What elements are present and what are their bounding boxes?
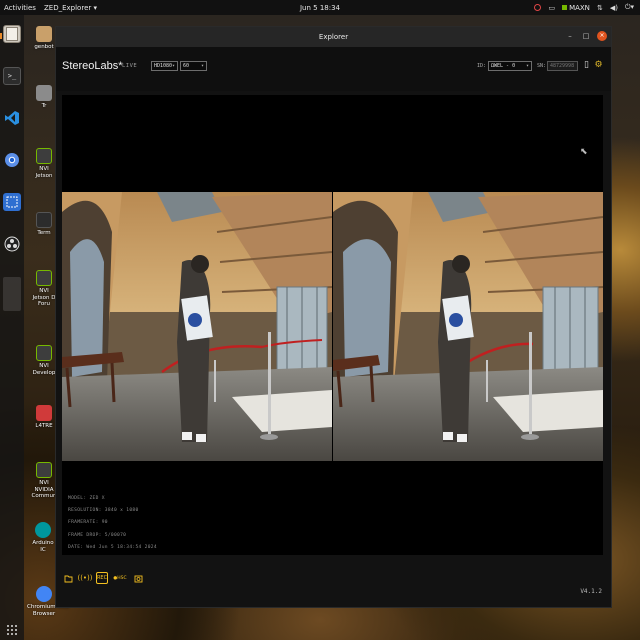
desktop-icon-developer[interactable]: NVI Develop (31, 345, 57, 376)
clock[interactable]: Jun 5 18:34 (300, 0, 340, 15)
show-applications-icon[interactable] (3, 621, 21, 639)
nvidia-icon (36, 270, 52, 286)
nvidia-icon (36, 462, 52, 478)
chromium-app-icon[interactable] (3, 151, 21, 169)
maximize-button[interactable]: □ (581, 31, 591, 41)
activities-button[interactable]: Activities (4, 0, 36, 15)
dock: >_ (0, 15, 24, 640)
power-menu-icon[interactable]: ⏻▾ (625, 3, 634, 12)
chevron-down-icon: ▾ (525, 63, 529, 69)
desktop-icon-jetson[interactable]: NVI Jetson (31, 148, 57, 179)
power-mode-label: MAXN (569, 3, 590, 12)
nvidia-icon (36, 345, 52, 361)
desktop-icon-home[interactable]: genbot (31, 26, 57, 51)
trash-icon (36, 85, 52, 101)
overlay-frame-drop: FRAME DROP: 5/00070 (68, 532, 127, 538)
stereo-video-feed (62, 192, 603, 461)
screenshot-app-icon[interactable] (3, 193, 21, 211)
terminal-icon (36, 212, 52, 228)
window-controls: – □ × (565, 31, 607, 41)
network-icon[interactable]: ⇅ (597, 4, 603, 12)
minimize-button[interactable]: – (565, 31, 575, 41)
chromium-icon (36, 586, 52, 602)
desktop-icon-label: NVI Jetson D Foru (32, 288, 56, 307)
folder-icon[interactable] (62, 572, 74, 584)
serial-number-field[interactable]: 48729998 (547, 61, 578, 71)
resolution-value: HD1080 (154, 63, 173, 69)
nvidia-icon (36, 148, 52, 164)
desktop-icon-label: genbot (34, 44, 54, 50)
desktop-icon-community[interactable]: NVI NVIDIA Commun (31, 462, 57, 500)
mode-toggle[interactable]: ●HSC (113, 572, 127, 584)
overlay-framerate: FRAMERATE: 90 (68, 520, 108, 526)
chevron-down-icon: ▾ (200, 63, 204, 69)
window-title: Explorer (318, 33, 349, 41)
system-tray[interactable]: ▭ MAXN ⇅ ◀) ⏻▾ (534, 0, 634, 15)
desktop-icon-label: Tr (41, 103, 47, 109)
display-icon[interactable]: ▭ (548, 4, 555, 12)
desktop-icon-arduino[interactable]: Arduino IC (29, 522, 57, 553)
app-header: StereoLabs* LIVE HD1080 ▾ 60 ▾ ID: ΩWEL … (56, 47, 611, 91)
files-app-icon[interactable] (3, 25, 21, 43)
recording-indicator-icon[interactable] (534, 4, 542, 11)
bottom-toolbar: ((•)) REC ●HSC (62, 571, 144, 585)
terminal-app-icon[interactable]: >_ (3, 67, 21, 85)
serial-number-label: SN: (537, 63, 547, 69)
left-camera-image (62, 192, 332, 461)
vscode-app-icon[interactable] (3, 109, 21, 127)
desktop-icon-label: NVI Jetson (35, 166, 53, 179)
power-mode-indicator[interactable]: MAXN (562, 4, 590, 12)
desktop-icon-l4t[interactable]: L4TRE (31, 405, 57, 430)
desktop-icon-label: NVI Develop (32, 363, 56, 376)
desktop-icon-label: L4TRE (35, 423, 53, 429)
dock-active-indicator (0, 33, 2, 39)
window-titlebar[interactable]: Explorer – □ × (56, 27, 611, 47)
fps-value: 60 (183, 63, 190, 69)
home-folder-icon (36, 26, 52, 42)
running-app-icon[interactable] (3, 277, 21, 311)
document-icon (36, 405, 52, 421)
gear-icon[interactable]: ⚙ (594, 60, 603, 71)
nvidia-icon (562, 5, 568, 10)
camera-id-value: ΩWEL - 0 (491, 63, 516, 69)
video-viewer[interactable]: ⬉ MODEL: ZED X RESOLUTION: 3840 x 1080 F… (62, 95, 603, 555)
system-top-bar: Activities ZED_Explorer ▾ Jun 5 18:34 ▭ … (0, 0, 640, 15)
resolution-select[interactable]: HD1080 ▾ (151, 61, 178, 71)
camera-info-overlay: MODEL: ZED X RESOLUTION: 3840 x 1080 FRA… (68, 493, 157, 554)
desktop-icon-forums[interactable]: NVI Jetson D Foru (31, 270, 57, 308)
camera-id-label: ID: (477, 63, 487, 69)
desktop-icon-label: Term (37, 230, 51, 236)
arduino-icon (35, 522, 51, 538)
chevron-down-icon: ▾ (171, 63, 175, 69)
volume-icon[interactable]: ◀) (610, 4, 618, 12)
live-status: LIVE (122, 63, 138, 69)
obs-app-icon[interactable] (3, 235, 21, 253)
app-menu[interactable]: ZED_Explorer ▾ (44, 0, 97, 15)
close-button[interactable]: × (597, 31, 607, 41)
explorer-window: Explorer – □ × StereoLabs* LIVE HD1080 ▾… (55, 26, 612, 608)
cursor-icon: ⬉ (580, 147, 588, 157)
overlay-resolution: RESOLUTION: 3840 x 1080 (68, 508, 139, 514)
desktop-icon-label: Arduino IC (32, 540, 54, 553)
desktop-icon-terminal[interactable]: Term (31, 212, 57, 237)
overlay-date: DATE: Wed Jun 5 18:34:54 2024 (68, 544, 157, 550)
snapshot-icon[interactable] (132, 572, 144, 584)
version-label: V4.1.2 (580, 588, 602, 595)
brand-logo: StereoLabs* (62, 60, 123, 72)
broadcast-icon[interactable]: ((•)) (77, 572, 92, 584)
camera-id-select[interactable]: ΩWEL - 0 ▾ (488, 61, 532, 71)
fps-select[interactable]: 60 ▾ (180, 61, 207, 71)
desktop-icon-label: NVI NVIDIA Commun (31, 480, 57, 499)
right-camera-image (333, 192, 603, 461)
record-button[interactable]: REC (96, 572, 108, 584)
desktop-icon-trash[interactable]: Tr (31, 85, 57, 110)
camera-icon[interactable]: ▯ (582, 60, 591, 71)
overlay-model: MODEL: ZED X (68, 496, 105, 501)
